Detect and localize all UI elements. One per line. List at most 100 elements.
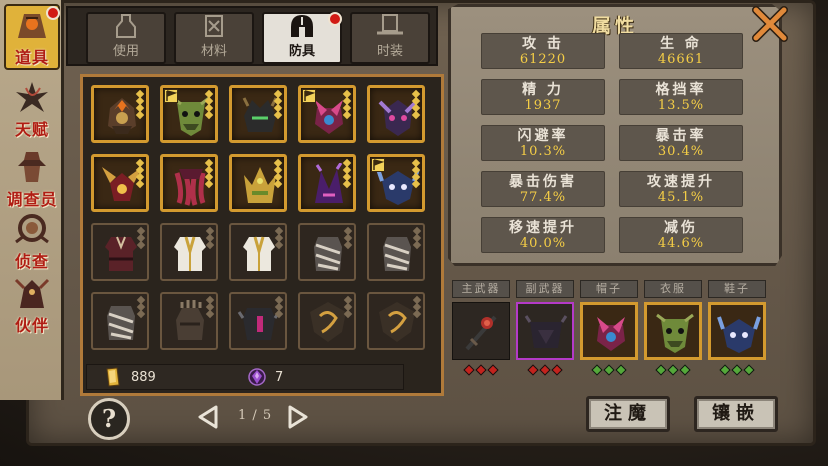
gem-sockets — [644, 364, 702, 376]
side-nav-label: 天赋 — [14, 120, 49, 139]
gem-socket-icon — [487, 364, 499, 376]
star-icon — [204, 110, 214, 120]
enchant-button[interactable]: 注魔 — [586, 396, 670, 432]
stat-box: 攻速提升 45.1% — [619, 171, 743, 207]
inventory-slot[interactable] — [367, 85, 425, 143]
next-page-icon[interactable] — [286, 404, 310, 430]
notification-badge — [46, 6, 60, 20]
star-icon — [274, 240, 284, 250]
stat-label: 闪避率 — [517, 127, 569, 144]
detective-icon — [12, 212, 52, 246]
star-icon — [274, 309, 284, 319]
flag-icon — [371, 158, 385, 172]
tab-fashion[interactable]: 时装 — [350, 12, 430, 64]
stat-label: 攻速提升 — [647, 173, 715, 190]
crest-helm-icon — [589, 311, 633, 355]
inventory-slot[interactable] — [298, 223, 356, 281]
inventory-slot[interactable] — [298, 85, 356, 143]
star-rating — [274, 226, 284, 250]
inventory-slot[interactable] — [229, 154, 287, 212]
gem-socket-icon — [475, 364, 487, 376]
inventory-slot[interactable] — [298, 292, 356, 350]
equipped-slot[interactable]: 鞋子 — [708, 280, 766, 376]
inlay-button[interactable]: 镶嵌 — [694, 396, 778, 432]
equipped-slot[interactable]: 衣服 — [644, 280, 702, 376]
side-nav-detective[interactable]: 侦查 — [4, 206, 60, 272]
stat-box: 移速提升 40.0% — [481, 217, 605, 253]
side-nav-talent[interactable]: 天赋 — [4, 74, 60, 140]
gem-socket-icon — [655, 364, 667, 376]
gem-currency: 7 — [247, 364, 283, 390]
star-rating — [412, 295, 422, 319]
tab-use[interactable]: 使用 — [86, 12, 166, 64]
inventory-slot[interactable] — [298, 154, 356, 212]
star-rating — [342, 89, 352, 120]
currency-bar: 889 7 — [86, 364, 404, 390]
equipped-item[interactable] — [644, 302, 702, 360]
use-tab-icon — [111, 13, 141, 39]
star-icon — [273, 110, 283, 120]
star-rating — [204, 89, 214, 120]
star-rating — [205, 226, 215, 250]
inventory-slot[interactable] — [91, 154, 149, 212]
inventory-slot[interactable] — [367, 154, 425, 212]
inventory-slot[interactable] — [91, 85, 149, 143]
page-indicator: 1 / 5 — [238, 408, 273, 423]
partner-icon — [12, 276, 52, 310]
fashion-tab-icon — [375, 13, 405, 39]
equipped-slot-label: 副武器 — [516, 280, 574, 298]
stat-label: 减伤 — [664, 219, 698, 236]
help-button[interactable]: ? — [88, 398, 130, 440]
star-icon — [205, 309, 215, 319]
star-icon — [342, 110, 352, 120]
equipped-slot[interactable]: 帽子 — [580, 280, 638, 376]
stat-value: 77.4% — [519, 189, 567, 205]
inventory-slot[interactable] — [229, 223, 287, 281]
stat-label: 暴击率 — [655, 127, 707, 144]
gem-sockets — [452, 364, 510, 376]
gem-socket-icon — [527, 364, 539, 376]
equipped-item[interactable] — [580, 302, 638, 360]
tab-material[interactable]: 材料 — [174, 12, 254, 64]
stat-label: 生 命 — [660, 35, 702, 52]
star-rating — [274, 295, 284, 319]
star-icon — [412, 309, 422, 319]
prev-page-icon[interactable] — [196, 404, 220, 430]
gem-sockets — [516, 364, 574, 376]
side-nav-partner[interactable]: 伙伴 — [4, 270, 60, 336]
investigator-icon — [12, 150, 52, 184]
stat-box: 生 命 46661 — [619, 33, 743, 69]
inventory-slot[interactable] — [367, 223, 425, 281]
inventory-slot[interactable] — [160, 292, 218, 350]
inventory-slot[interactable] — [367, 292, 425, 350]
close-icon[interactable] — [750, 4, 790, 44]
gem-socket-icon — [731, 364, 743, 376]
star-rating — [343, 295, 353, 319]
equipped-item[interactable] — [516, 302, 574, 360]
stat-label: 移速提升 — [509, 219, 577, 236]
inventory-slot[interactable] — [229, 85, 287, 143]
equipped-item[interactable] — [452, 302, 510, 360]
gold-currency: 889 — [103, 364, 233, 390]
equipped-slots: 主武器 副武器 帽子 衣服 鞋子 — [450, 280, 780, 390]
equipped-slot[interactable]: 主武器 — [452, 280, 510, 376]
star-rating — [411, 158, 421, 189]
inventory-slot[interactable] — [91, 292, 149, 350]
star-rating — [205, 295, 215, 319]
stat-value: 45.1% — [657, 189, 705, 205]
equipped-slot[interactable]: 副武器 — [516, 280, 574, 376]
inventory-slot[interactable] — [160, 85, 218, 143]
inventory-slot[interactable] — [160, 154, 218, 212]
inventory-slot[interactable] — [229, 292, 287, 350]
flag-icon — [164, 89, 178, 103]
gem-sockets — [580, 364, 638, 376]
gem-socket-icon — [679, 364, 691, 376]
side-nav-investigator[interactable]: 调查员 — [4, 144, 60, 210]
inventory-slot[interactable] — [160, 223, 218, 281]
purple-gem-icon — [248, 368, 266, 386]
tab-label: 使用 — [112, 44, 139, 59]
star-rating — [342, 158, 352, 189]
inventory-slot[interactable] — [91, 223, 149, 281]
stat-value: 46661 — [657, 51, 705, 67]
equipped-item[interactable] — [708, 302, 766, 360]
